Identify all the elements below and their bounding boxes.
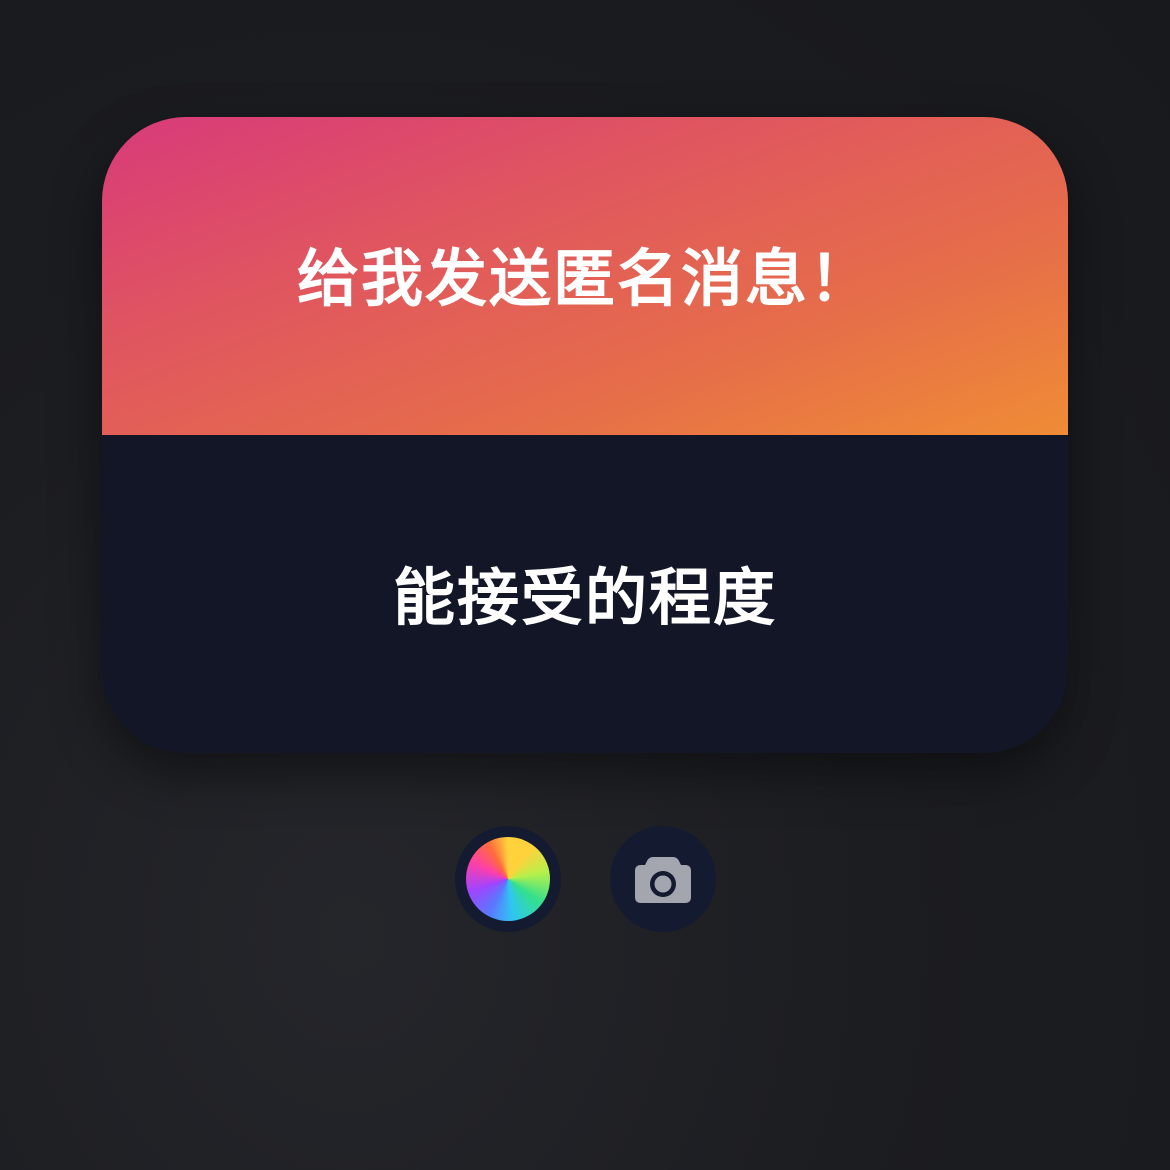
- card-header: 给我发送匿名消息！: [102, 117, 1068, 435]
- card-title: 给我发送匿名消息！: [296, 242, 873, 315]
- question-card: 给我发送匿名消息！ 能接受的程度: [102, 117, 1068, 753]
- camera-button[interactable]: [610, 826, 716, 932]
- camera-icon: [635, 857, 691, 903]
- color-wheel-icon: [466, 837, 550, 921]
- card-body[interactable]: 能接受的程度: [102, 435, 1068, 753]
- color-picker-button[interactable]: [455, 826, 561, 932]
- message-text[interactable]: 能接受的程度: [393, 547, 777, 637]
